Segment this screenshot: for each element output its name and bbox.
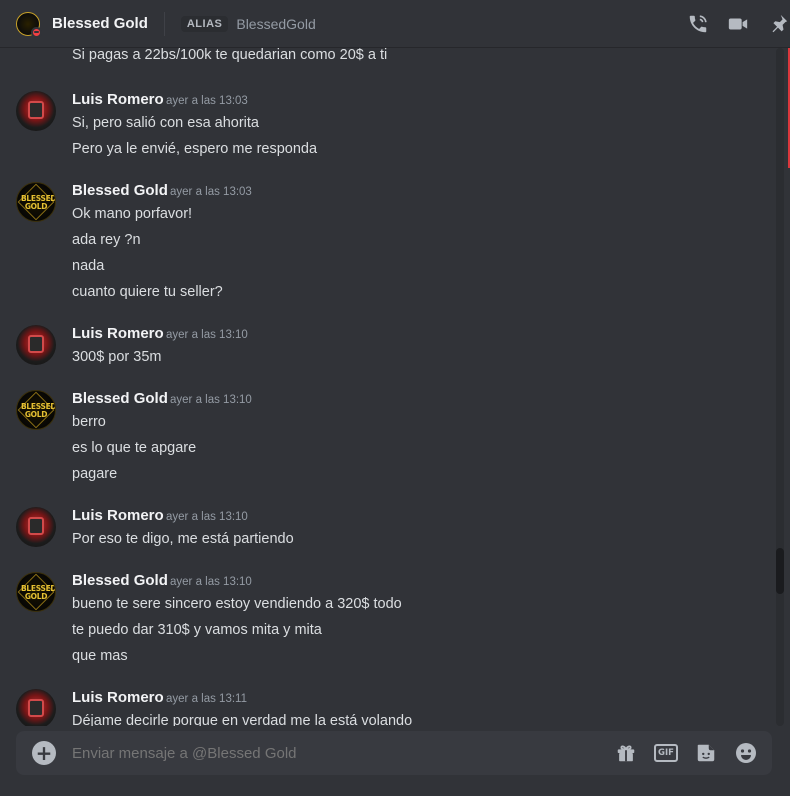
- alias-value: BlessedGold: [236, 15, 316, 32]
- message-timestamp[interactable]: ayer a las 13:03: [166, 91, 248, 111]
- avatar[interactable]: BLESSED GOLD: [16, 572, 56, 612]
- message-text: berro: [72, 414, 106, 430]
- message-text: nada: [72, 258, 105, 274]
- message-text: es lo que te apgare: [72, 440, 197, 456]
- message-list[interactable]: Si pagas a 22bs/100k te quedarian como 2…: [0, 48, 776, 726]
- message-author[interactable]: Blessed Gold: [72, 181, 168, 201]
- message-author[interactable]: Luis Romero: [72, 90, 164, 110]
- message-text: cuanto quiere tu seller?: [72, 284, 223, 300]
- avatar[interactable]: BLESSED GOLD: [16, 182, 56, 222]
- message-text: Pero ya le envié, espero me responda: [72, 141, 318, 157]
- avatar[interactable]: [16, 91, 56, 131]
- message-composer: + GIF: [16, 731, 772, 775]
- avatar[interactable]: [16, 325, 56, 365]
- avatar-logo-text: BLESSED GOLD: [21, 402, 56, 419]
- message-timestamp[interactable]: ayer a las 13:10: [166, 507, 248, 527]
- header-title[interactable]: Blessed Gold: [52, 15, 148, 32]
- sticker-icon[interactable]: [692, 739, 720, 767]
- message-author[interactable]: Blessed Gold: [72, 571, 168, 591]
- channel-header: Blessed Gold ALIAS BlessedGold: [0, 0, 790, 48]
- message-author[interactable]: Luis Romero: [72, 688, 164, 708]
- message-text: Si, pero salió con esa ahorita: [72, 115, 259, 131]
- header-avatar[interactable]: [16, 11, 42, 38]
- avatar-logo-text: BLESSED GOLD: [21, 194, 56, 211]
- avatar[interactable]: BLESSED GOLD: [16, 390, 56, 430]
- message-text: bueno te sere sincero estoy vendiendo a …: [72, 596, 402, 612]
- message-text: te puedo dar 310$ y vamos mita y mita: [72, 622, 322, 638]
- message-timestamp[interactable]: ayer a las 13:10: [170, 572, 252, 592]
- message-text: Ok mano porfavor!: [72, 206, 193, 222]
- header-divider: [163, 11, 165, 36]
- header-actions: [670, 12, 790, 36]
- gift-icon[interactable]: [612, 739, 640, 767]
- alias-badge: ALIAS: [180, 15, 229, 32]
- scrollbar-track[interactable]: [776, 48, 784, 726]
- message-text: Déjame decirle porque en verdad me la es…: [72, 713, 413, 726]
- add-attachment-icon[interactable]: +: [32, 741, 56, 765]
- message-timestamp[interactable]: ayer a las 13:11: [166, 689, 247, 709]
- message-timestamp[interactable]: ayer a las 13:10: [166, 325, 248, 345]
- avatar-logo-text: BLESSED GOLD: [21, 584, 56, 601]
- message-timestamp[interactable]: ayer a las 13:03: [170, 182, 252, 202]
- message-text: pagare: [72, 466, 118, 482]
- avatar[interactable]: [16, 507, 56, 547]
- message-text: ada rey ?n: [72, 232, 141, 248]
- message-text: 300$ por 35m: [72, 349, 162, 365]
- message-author[interactable]: Luis Romero: [72, 506, 164, 526]
- message-author[interactable]: Luis Romero: [72, 324, 164, 344]
- pin-icon[interactable]: [766, 12, 790, 36]
- message-text: que mas: [72, 648, 128, 664]
- do-not-disturb-status-icon: [31, 26, 42, 38]
- gif-icon[interactable]: GIF: [652, 739, 680, 767]
- message-author[interactable]: Blessed Gold: [72, 389, 168, 409]
- scrollbar-thumb[interactable]: [776, 548, 784, 594]
- voice-call-icon[interactable]: [686, 12, 710, 36]
- emoji-icon[interactable]: [732, 739, 760, 767]
- video-call-icon[interactable]: [726, 12, 750, 36]
- message-text: Si pagas a 22bs/100k te quedarian como 2…: [72, 48, 388, 63]
- avatar[interactable]: [16, 689, 56, 726]
- message-input[interactable]: [72, 741, 600, 765]
- message-text: Por eso te digo, me está partiendo: [72, 531, 294, 547]
- gif-label: GIF: [654, 744, 678, 762]
- composer-tools: GIF: [600, 739, 760, 767]
- message-timestamp[interactable]: ayer a las 13:10: [170, 390, 252, 410]
